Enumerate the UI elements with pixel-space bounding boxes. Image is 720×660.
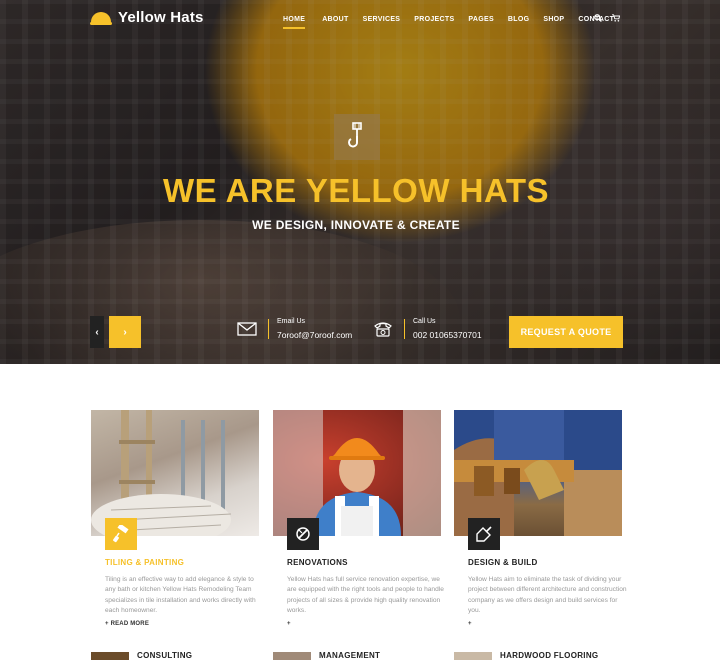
request-quote-button[interactable]: REQUEST A QUOTE bbox=[509, 316, 623, 348]
nav-item-pages[interactable]: PAGES bbox=[468, 14, 494, 29]
paint-roller-icon bbox=[105, 518, 137, 550]
crane-hook-icon bbox=[334, 114, 380, 160]
nav-icons bbox=[594, 14, 621, 24]
slider-prev-button[interactable]: ‹ bbox=[90, 316, 104, 348]
email-value[interactable]: 7oroof@7oroof.com bbox=[277, 330, 352, 340]
nav-item-projects[interactable]: PROJECTS bbox=[414, 14, 454, 29]
service-description: Yellow Hats has full service renovation … bbox=[287, 576, 444, 614]
hero-slider: Yellow Hats HOME ABOUT SERVICES PROJECTS… bbox=[0, 0, 720, 364]
trowel-icon bbox=[468, 518, 500, 550]
envelope-icon bbox=[234, 322, 260, 336]
service-card: CONSULTING bbox=[91, 651, 192, 660]
nav-item-home[interactable]: HOME bbox=[283, 14, 306, 29]
service-title[interactable]: DESIGN & BUILD bbox=[468, 558, 538, 567]
service-title[interactable]: CONSULTING bbox=[137, 651, 192, 660]
top-navigation: Yellow Hats HOME ABOUT SERVICES PROJECTS… bbox=[0, 0, 720, 44]
hero-subtitle: WE DESIGN, INNOVATE & CREATE bbox=[252, 218, 460, 232]
service-title[interactable]: RENOVATIONS bbox=[287, 558, 348, 567]
slider-next-button[interactable]: › bbox=[109, 316, 141, 348]
read-more-link[interactable]: + bbox=[287, 621, 291, 627]
cart-icon[interactable] bbox=[612, 14, 621, 24]
service-title[interactable]: TILING & PAINTING bbox=[105, 558, 184, 567]
service-card: HARDWOOD FLOORING bbox=[454, 651, 598, 660]
nav-item-shop[interactable]: SHOP bbox=[543, 14, 564, 29]
nav-item-about[interactable]: ABOUT bbox=[322, 14, 348, 29]
service-description: Yellow Hats aim to eliminate the task of… bbox=[468, 576, 627, 614]
service-title[interactable]: MANAGEMENT bbox=[319, 651, 380, 660]
email-label: Email Us bbox=[277, 318, 306, 325]
service-photo bbox=[91, 652, 129, 660]
hero-title: WE ARE YELLOW HATS bbox=[162, 172, 550, 209]
phone-icon bbox=[370, 321, 396, 337]
search-icon[interactable] bbox=[594, 14, 602, 24]
service-description: Tiling is an effective way to add elegan… bbox=[105, 576, 256, 614]
main-menu: HOME ABOUT SERVICES PROJECTS PAGES BLOG … bbox=[283, 14, 614, 29]
email-contact[interactable]: Email Us 7oroof@7oroof.com bbox=[234, 318, 352, 340]
brand-name: Yellow Hats bbox=[118, 9, 204, 26]
read-more-link[interactable]: + bbox=[468, 621, 472, 627]
nav-item-blog[interactable]: BLOG bbox=[508, 14, 529, 29]
logo[interactable]: Yellow Hats bbox=[90, 9, 204, 26]
call-contact[interactable]: Call Us 002 01065370701 bbox=[370, 318, 482, 340]
nav-item-services[interactable]: SERVICES bbox=[363, 14, 401, 29]
service-photo bbox=[454, 652, 492, 660]
service-title[interactable]: HARDWOOD FLOORING bbox=[500, 651, 598, 660]
call-value[interactable]: 002 01065370701 bbox=[413, 330, 482, 340]
read-more-link[interactable]: + READ MORE bbox=[105, 621, 149, 627]
service-photo bbox=[273, 652, 311, 660]
hard-hat-icon bbox=[90, 10, 112, 26]
tools-icon bbox=[287, 518, 319, 550]
service-card: MANAGEMENT bbox=[273, 651, 380, 660]
call-label: Call Us bbox=[413, 318, 436, 325]
